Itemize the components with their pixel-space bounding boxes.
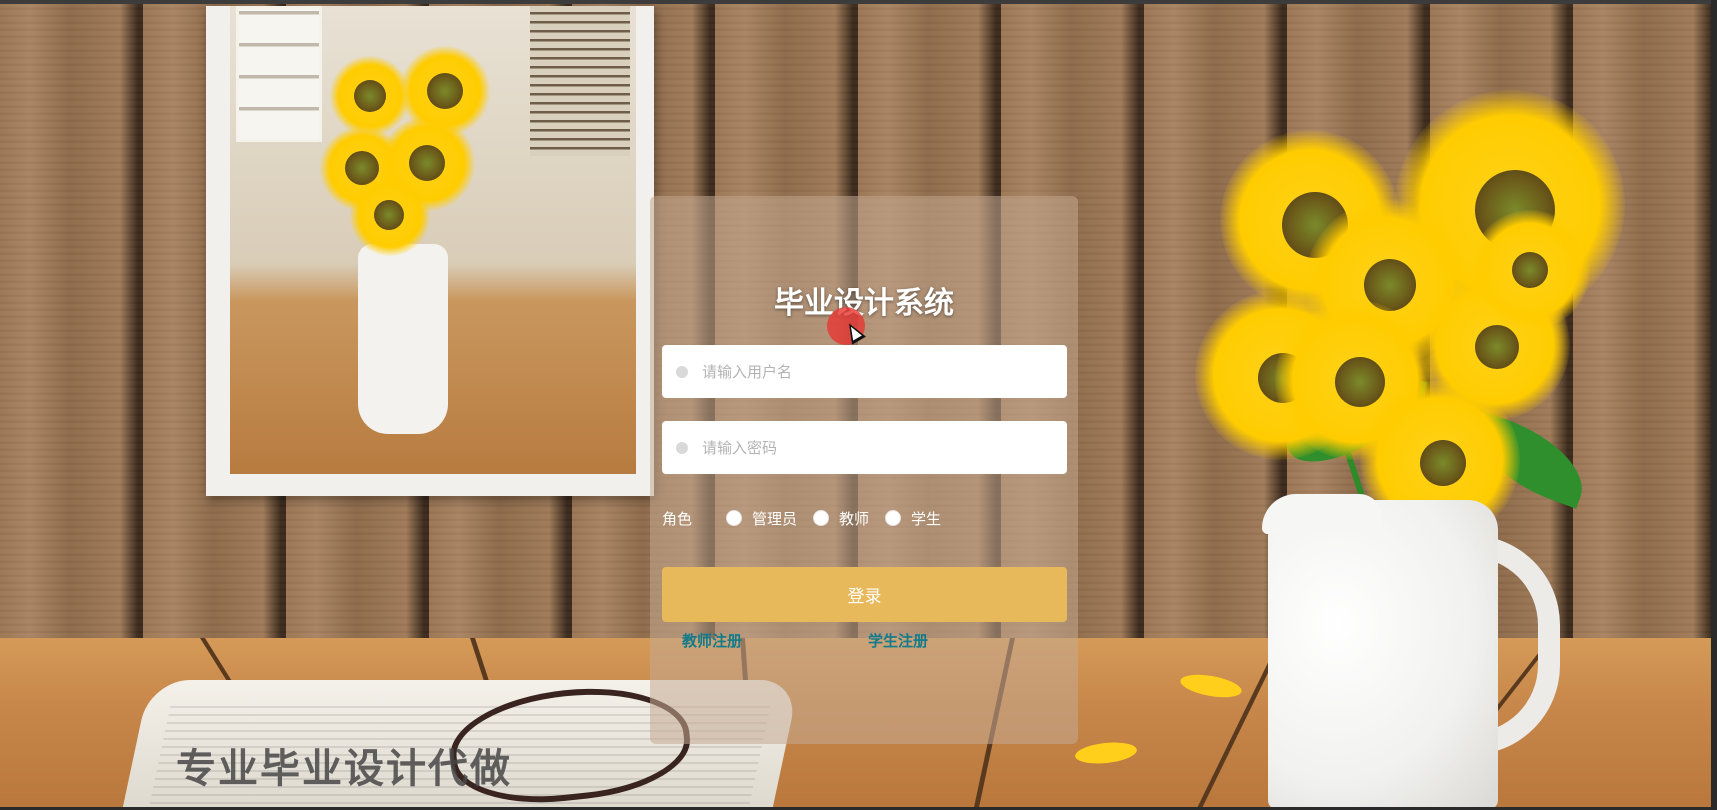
role-option-label: 管理员	[752, 509, 798, 528]
password-field[interactable]	[662, 421, 1067, 474]
role-option-label: 教师	[839, 509, 870, 528]
role-radio-student[interactable]: 学生	[885, 508, 941, 529]
window-top-border	[0, 0, 1717, 4]
jug-lip-image	[1262, 494, 1382, 534]
shutter-decoration	[530, 6, 630, 156]
role-label: 角色	[662, 509, 693, 528]
radio-circle-icon[interactable]	[726, 510, 743, 526]
radio-circle-icon[interactable]	[813, 510, 830, 526]
student-register-link[interactable]: 学生注册	[868, 630, 928, 651]
white-jug-image	[1268, 500, 1498, 810]
window-right-border	[1711, 0, 1717, 810]
window-decoration	[236, 6, 322, 142]
picture-canvas	[230, 6, 636, 474]
radio-circle-icon[interactable]	[885, 510, 902, 526]
role-selector: 角色 管理员 教师 学生	[662, 506, 957, 530]
user-icon	[676, 365, 688, 378]
system-title: 毕业设计系统	[774, 286, 954, 321]
username-field[interactable]	[662, 345, 1067, 398]
role-radio-admin[interactable]: 管理员	[726, 508, 797, 529]
login-screen: 专业毕业设计代做 毕业设计系统 角色 管理员 教师 学生 登录 教师注册 学生注…	[0, 0, 1717, 810]
login-button[interactable]: 登录	[662, 567, 1067, 622]
small-jug-image	[358, 244, 448, 434]
lock-icon	[676, 441, 688, 454]
role-option-label: 学生	[911, 509, 942, 528]
username-input[interactable]	[700, 361, 1044, 382]
password-input[interactable]	[700, 437, 1044, 458]
framed-picture	[206, 6, 654, 496]
role-radio-teacher[interactable]: 教师	[813, 508, 869, 529]
teacher-register-link[interactable]: 教师注册	[682, 630, 742, 651]
watermark-text: 专业毕业设计代做	[176, 746, 512, 792]
